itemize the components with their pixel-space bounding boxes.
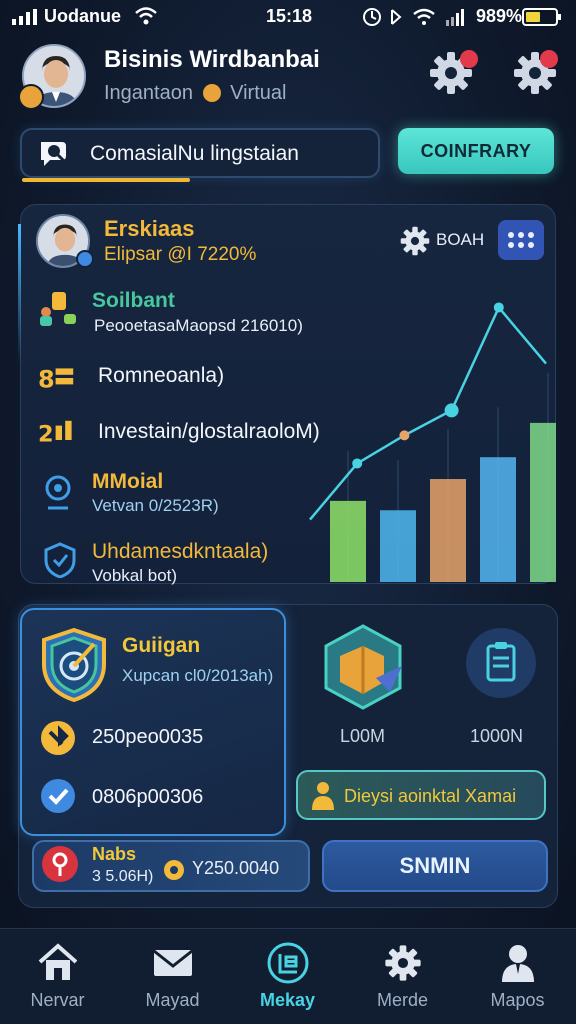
subtitle-left: Ingantaon bbox=[104, 82, 193, 104]
tab-label: Mekay bbox=[259, 990, 316, 1010]
profile-status-badge bbox=[76, 250, 94, 268]
signal-icon bbox=[12, 9, 37, 25]
promo-value: Y250.0040 bbox=[192, 858, 280, 878]
wifi-icon bbox=[135, 7, 157, 25]
tab-mail[interactable]: Mayad bbox=[115, 928, 230, 1024]
search-icon bbox=[41, 142, 66, 166]
search-query[interactable]: ComasialNu lingstaian bbox=[90, 142, 299, 166]
tab-settings[interactable]: Merde bbox=[345, 928, 460, 1024]
profile-detail: Elipsar @I 7220% bbox=[104, 244, 257, 265]
promo-title: Nabs bbox=[92, 844, 137, 864]
tab-label: Nervar bbox=[30, 990, 85, 1010]
row-title[interactable]: Romneoanla) bbox=[98, 364, 224, 388]
battery-icon bbox=[522, 8, 561, 26]
gear-coin-icon bbox=[164, 860, 184, 880]
investment-icon: 2 bbox=[38, 420, 72, 448]
svg-text:8: 8 bbox=[38, 366, 55, 394]
chart-bar bbox=[480, 457, 516, 582]
chart-point bbox=[493, 302, 504, 313]
map-pin-icon bbox=[42, 846, 78, 882]
shield-icon bbox=[44, 542, 76, 578]
tab-label: Merde bbox=[376, 990, 429, 1010]
cube-box-icon[interactable] bbox=[318, 622, 408, 712]
svg-text:2: 2 bbox=[38, 422, 54, 448]
person-badge-icon bbox=[312, 782, 334, 810]
growth-chart bbox=[309, 302, 556, 582]
location-pin-icon bbox=[45, 475, 71, 510]
cube-label: L00M bbox=[340, 726, 386, 746]
chart-point bbox=[352, 458, 363, 469]
row-title: Uhdamesdkntaala) bbox=[92, 540, 269, 563]
row-title: Soilbant bbox=[92, 289, 175, 312]
stat-value: 250peo0035 bbox=[92, 726, 204, 748]
ledger-icon bbox=[267, 942, 309, 984]
confirm-button[interactable]: COINFRARY bbox=[398, 128, 554, 174]
search-progress-underline bbox=[22, 178, 190, 182]
tab-label: Mapos bbox=[490, 990, 545, 1010]
notification-badge bbox=[460, 50, 478, 68]
stat-value: 0806p00306 bbox=[92, 786, 204, 808]
mail-icon bbox=[153, 949, 193, 976]
chart-bar bbox=[530, 422, 556, 582]
tab-label: Mayad bbox=[145, 990, 200, 1010]
profile-name: Erskiaas bbox=[104, 216, 195, 241]
row-subtitle: Vetvan 0/2523R) bbox=[92, 496, 219, 515]
header-subtitle: Ingantaon Virtual bbox=[104, 82, 286, 105]
row-title: MMoial bbox=[92, 470, 164, 493]
chart-point bbox=[399, 430, 410, 441]
carrier-label: Uodanue bbox=[44, 6, 122, 26]
home-icon bbox=[38, 943, 78, 980]
subtitle-right: Virtual bbox=[230, 82, 287, 104]
chart-bar bbox=[330, 500, 366, 582]
card-accent-glow bbox=[18, 224, 21, 364]
status-bar: Uodanue 15:18 989% bbox=[0, 0, 576, 34]
tools-icon bbox=[41, 721, 75, 755]
document-button[interactable] bbox=[466, 628, 536, 698]
guide-title: Guiigan bbox=[122, 634, 201, 657]
clipboard-icon bbox=[486, 642, 516, 682]
page-title: Bisinis Wirdbanbai bbox=[104, 46, 320, 73]
battery-percent: 989% bbox=[476, 6, 523, 26]
notification-badge bbox=[540, 50, 558, 68]
chart-bar bbox=[430, 479, 466, 582]
row-subtitle: PeooetasaMaopsd 216010) bbox=[94, 316, 303, 335]
person-icon bbox=[502, 945, 534, 982]
stats-numbers-icon: 8 bbox=[38, 366, 74, 394]
gear-icon bbox=[385, 945, 421, 981]
system-status-icons bbox=[363, 8, 464, 26]
avatar-status-badge bbox=[18, 84, 44, 110]
sign-in-button[interactable]: SNMIN bbox=[322, 840, 548, 892]
info-pill-text: Dieysi aoinktal Xamai bbox=[344, 786, 517, 806]
row-subtitle: Vobkal bot) bbox=[92, 566, 178, 585]
business-people-icon bbox=[40, 292, 76, 326]
card-gear-label[interactable]: BOAH bbox=[436, 230, 484, 250]
guide-subtitle: Xupcan cl0/2013ah) bbox=[122, 666, 274, 685]
clock: 15:18 bbox=[266, 6, 313, 26]
tab-ledger[interactable]: Mekay bbox=[230, 928, 345, 1024]
promo-subtitle: 3 5.06H) bbox=[92, 868, 154, 885]
gear-icon[interactable] bbox=[398, 224, 432, 258]
grid-menu-icon[interactable] bbox=[498, 220, 544, 260]
check-icon bbox=[41, 779, 75, 813]
coin-dot-icon bbox=[202, 84, 221, 102]
tab-profile[interactable]: Mapos bbox=[460, 928, 575, 1024]
row-title[interactable]: Investain/glostalraoloM) bbox=[98, 420, 320, 444]
chart-point bbox=[444, 403, 459, 418]
tab-home[interactable]: Nervar bbox=[0, 928, 115, 1024]
target-shield-icon bbox=[42, 628, 106, 702]
document-label: 1000N bbox=[470, 726, 524, 746]
chart-bar bbox=[380, 510, 416, 582]
